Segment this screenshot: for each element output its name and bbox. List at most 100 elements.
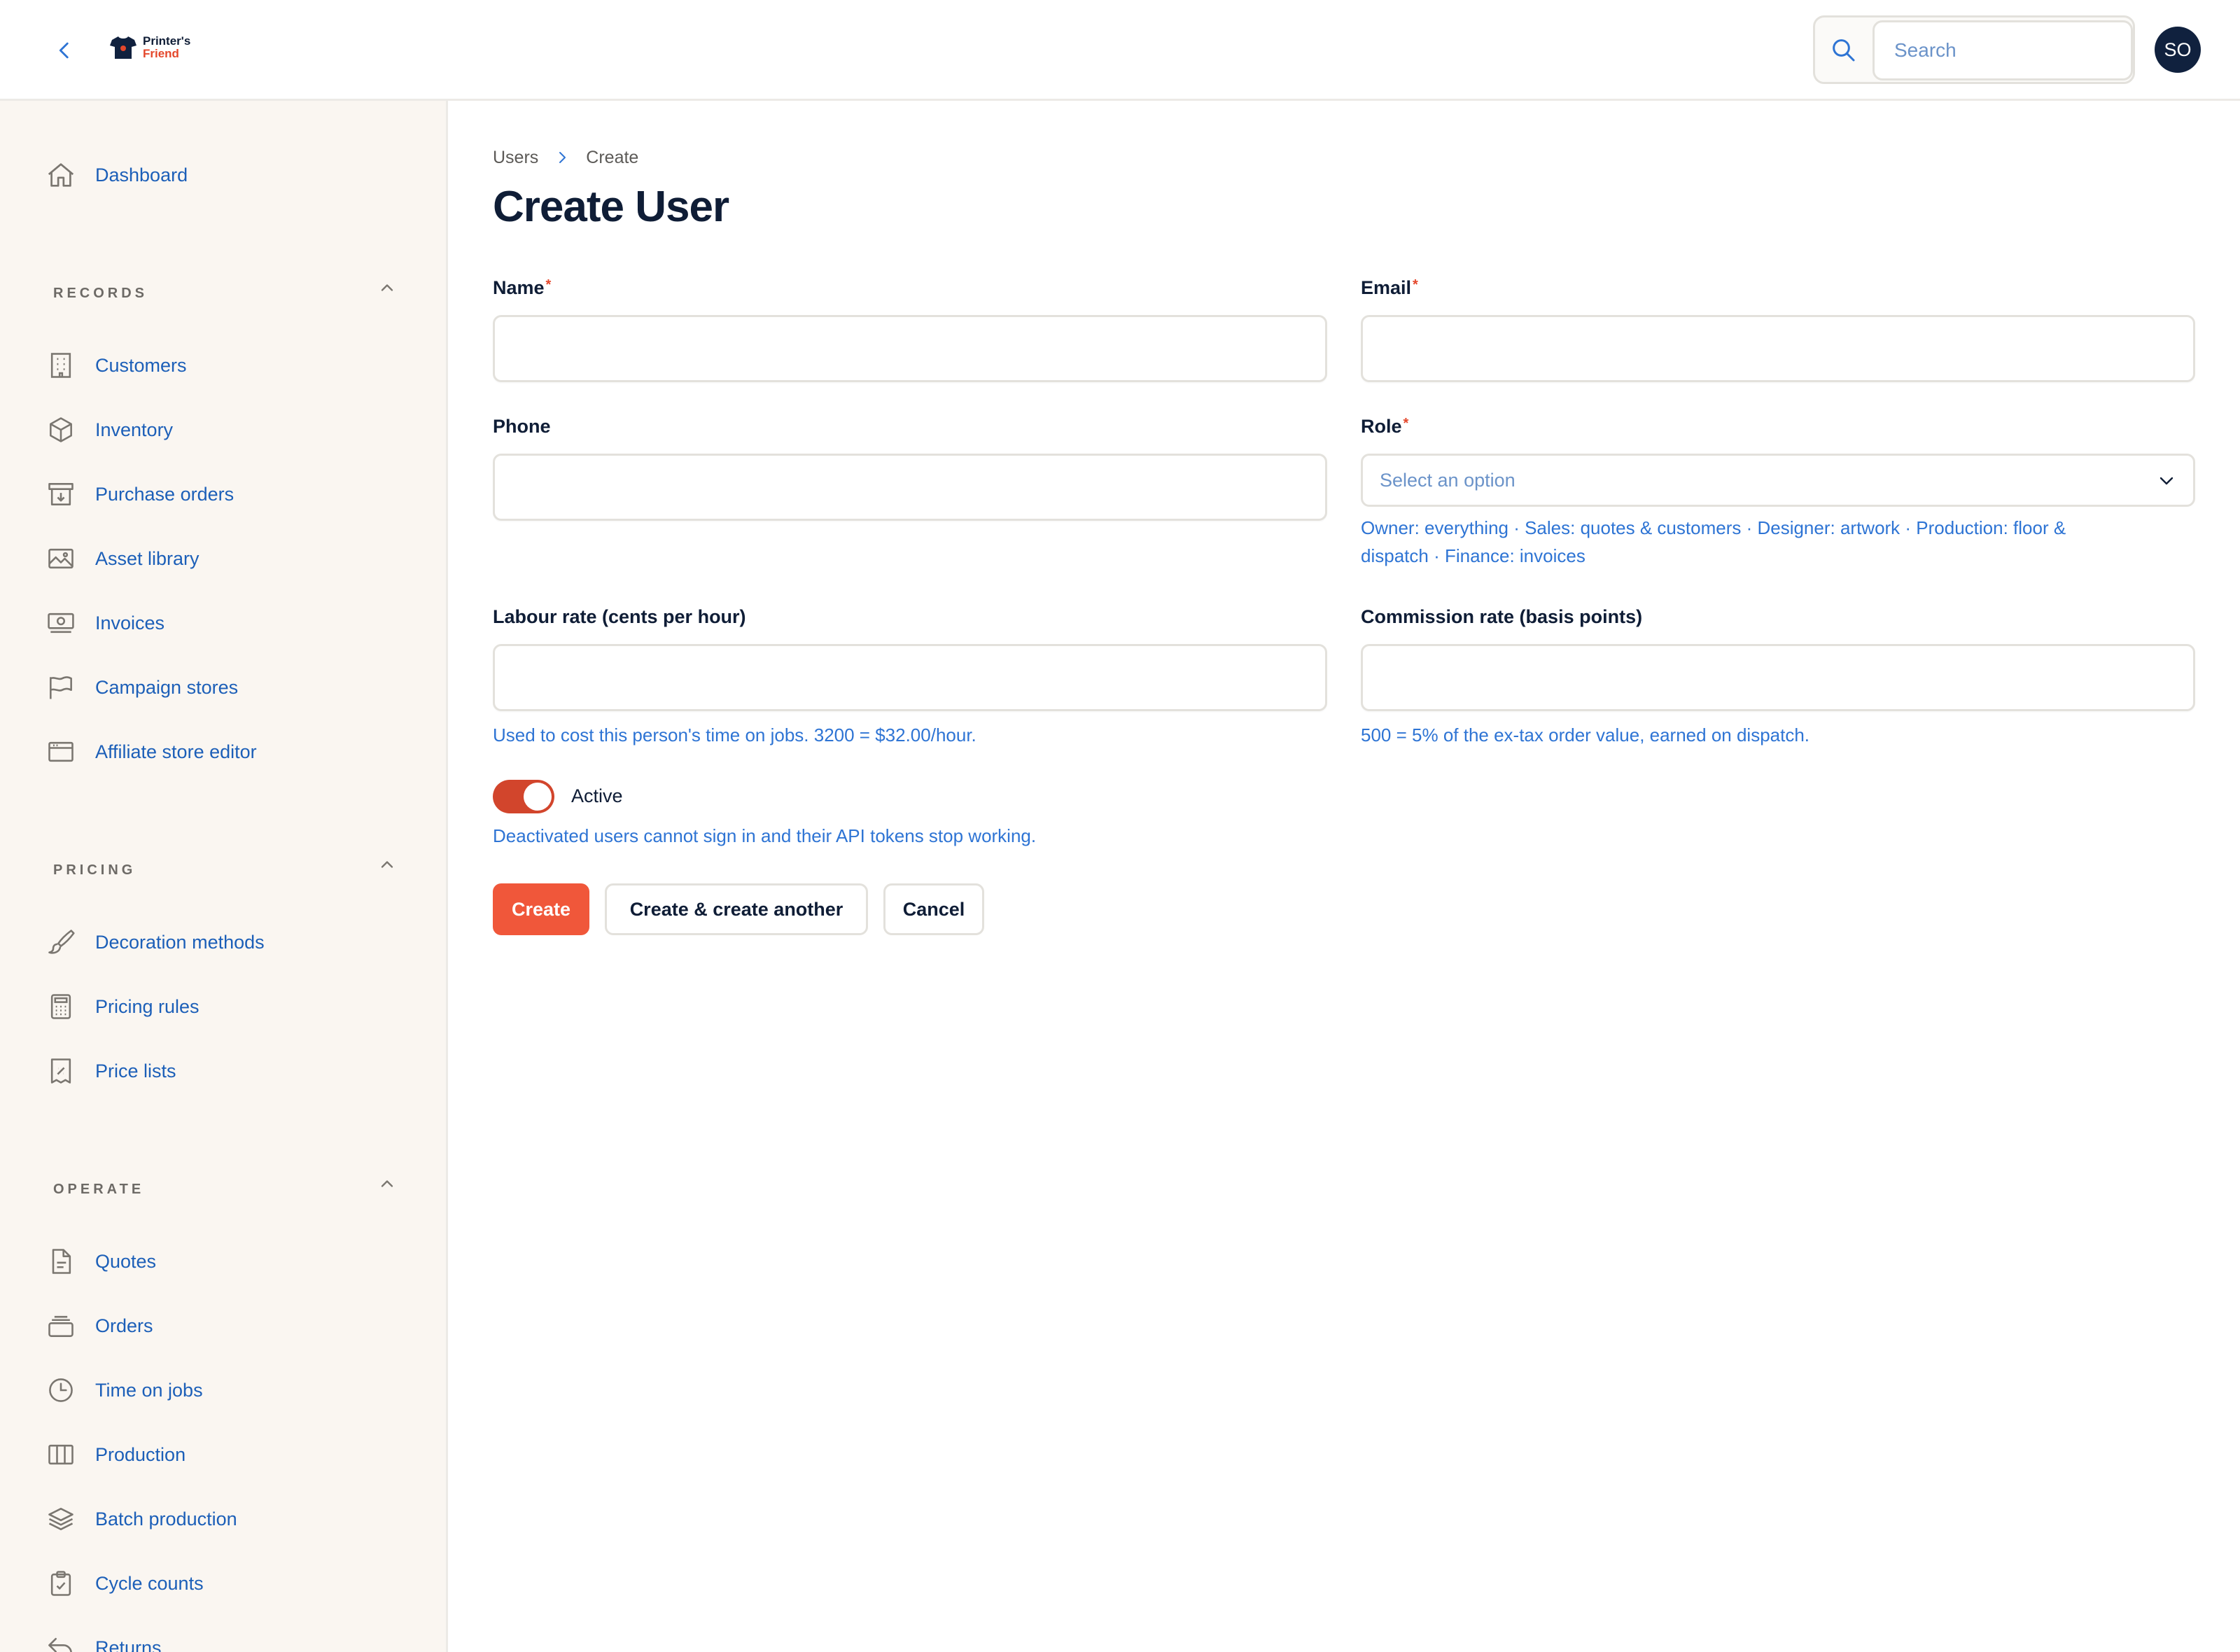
- layers-icon: [43, 1502, 78, 1536]
- receipt-percent-icon: [43, 1054, 78, 1088]
- sidebar-group-pricing-title: PRICING: [53, 862, 136, 878]
- active-hint: Deactivated users cannot sign in and the…: [493, 825, 1037, 846]
- chevron-up-icon: [381, 861, 393, 868]
- sidebar-item-affiliate-store-editor[interactable]: Affiliate store editor: [43, 731, 257, 773]
- paint-brush-icon: [43, 925, 78, 960]
- labour-rate-hint: Used to cost this person's time on jobs.…: [493, 724, 976, 746]
- clock-icon: [43, 1373, 78, 1408]
- role-select[interactable]: Select an option: [1361, 454, 2195, 507]
- sidebar-item-label: Price lists: [95, 1060, 176, 1082]
- search-icon-button[interactable]: [1829, 36, 1860, 66]
- chevron-left-icon: [59, 42, 69, 59]
- sidebar-group-operate-toggle[interactable]: [375, 1172, 399, 1196]
- sidebar-group-records-toggle[interactable]: [375, 276, 399, 300]
- back-button[interactable]: [49, 35, 80, 66]
- sidebar-item-price-lists[interactable]: Price lists: [43, 1050, 176, 1092]
- breadcrumb: Users Create: [493, 147, 638, 168]
- required-asterisk: *: [1413, 277, 1418, 293]
- commission-rate-label: Commission rate (basis points): [1361, 606, 1643, 627]
- t-shirt-icon: [110, 36, 136, 59]
- sidebar: Dashboard RECORDS Customers Inventory Pu…: [0, 101, 448, 1652]
- sidebar-item-orders[interactable]: Orders: [43, 1305, 153, 1347]
- name-label: Name *: [493, 277, 552, 298]
- sidebar-item-inventory[interactable]: Inventory: [43, 409, 173, 451]
- phone-input[interactable]: [493, 454, 1327, 521]
- sidebar-item-production[interactable]: Production: [43, 1434, 186, 1476]
- role-select-value: Select an option: [1380, 469, 1516, 491]
- commission-rate-hint: 500 = 5% of the ex-tax order value, earn…: [1361, 724, 1810, 746]
- cancel-button[interactable]: Cancel: [883, 883, 984, 935]
- toggle-knob: [524, 783, 552, 811]
- sidebar-item-label: Production: [95, 1443, 186, 1465]
- sidebar-item-quotes[interactable]: Quotes: [43, 1240, 156, 1282]
- chevron-down-icon: [2160, 477, 2174, 485]
- sidebar-item-cycle-counts[interactable]: Cycle counts: [43, 1562, 204, 1604]
- sidebar-item-label: Quotes: [95, 1250, 157, 1272]
- sidebar-item-invoices[interactable]: Invoices: [43, 602, 164, 644]
- sidebar-item-dashboard[interactable]: Dashboard: [43, 154, 188, 196]
- email-label: Email *: [1361, 277, 1418, 298]
- required-asterisk: *: [545, 277, 552, 293]
- arrow-uturn-left-icon: [43, 1630, 78, 1652]
- brand-logo[interactable]: Printer's Friend: [109, 35, 190, 60]
- sidebar-item-label: Cycle counts: [95, 1572, 204, 1594]
- commission-rate-input[interactable]: [1361, 644, 2195, 711]
- labour-rate-label: Labour rate (cents per hour): [493, 606, 746, 627]
- sidebar-item-label: Orders: [95, 1315, 153, 1336]
- sidebar-item-returns[interactable]: Returns: [43, 1627, 162, 1652]
- chevron-right-icon: [548, 147, 576, 168]
- required-asterisk: *: [1403, 416, 1409, 431]
- phone-label: Phone: [493, 416, 551, 437]
- name-input[interactable]: [493, 315, 1327, 382]
- user-avatar[interactable]: SO: [2155, 27, 2201, 73]
- sidebar-item-label: Purchase orders: [95, 483, 234, 505]
- sidebar-item-label: Dashboard: [95, 164, 188, 186]
- sidebar-item-label: Returns: [95, 1637, 162, 1652]
- labour-rate-input[interactable]: [493, 644, 1327, 711]
- create-button[interactable]: Create: [493, 883, 589, 935]
- cube-icon: [43, 412, 78, 447]
- breadcrumb-current: Create: [586, 147, 639, 167]
- stack-icon: [43, 1308, 78, 1343]
- create-another-button[interactable]: Create & create another: [605, 883, 868, 935]
- banknotes-icon: [43, 606, 78, 640]
- sidebar-item-customers[interactable]: Customers: [43, 344, 187, 386]
- sidebar-item-asset-library[interactable]: Asset library: [43, 538, 200, 580]
- clipboard-check-icon: [43, 1566, 78, 1601]
- calculator-icon: [43, 989, 78, 1024]
- email-input[interactable]: [1361, 315, 2195, 382]
- sidebar-item-purchase-orders[interactable]: Purchase orders: [43, 473, 234, 515]
- chevron-up-icon: [381, 284, 393, 291]
- page-title: Create User: [493, 183, 729, 231]
- sidebar-item-label: Campaign stores: [95, 676, 239, 698]
- sidebar-item-label: Invoices: [95, 612, 165, 634]
- sidebar-group-records-title: RECORDS: [53, 286, 148, 301]
- sidebar-item-campaign-stores[interactable]: Campaign stores: [43, 666, 238, 708]
- flag-icon: [43, 670, 78, 705]
- sidebar-item-decoration-methods[interactable]: Decoration methods: [43, 921, 265, 963]
- breadcrumb-users-link[interactable]: Users: [493, 148, 538, 168]
- chevron-up-icon: [381, 1180, 393, 1187]
- active-toggle[interactable]: [493, 780, 554, 813]
- search-input[interactable]: [1872, 20, 2133, 80]
- sidebar-item-label: Inventory: [95, 419, 174, 440]
- browser-window-icon: [43, 734, 78, 769]
- sidebar-item-label: Decoration methods: [95, 931, 265, 953]
- sidebar-group-pricing-toggle[interactable]: [375, 853, 399, 876]
- sidebar-item-batch-production[interactable]: Batch production: [43, 1498, 237, 1540]
- brand-name-line2: Friend: [143, 47, 179, 60]
- active-label: Active: [571, 785, 623, 806]
- document-text-icon: [43, 1244, 78, 1279]
- archive-box-icon: [43, 477, 78, 512]
- sidebar-item-time-on-jobs[interactable]: Time on jobs: [43, 1369, 203, 1411]
- home-icon: [43, 158, 78, 192]
- sidebar-item-pricing-rules[interactable]: Pricing rules: [43, 986, 200, 1028]
- sidebar-item-label: Time on jobs: [95, 1379, 203, 1401]
- sidebar-item-label: Pricing rules: [95, 995, 200, 1017]
- sidebar-group-operate-title: OPERATE: [53, 1182, 145, 1197]
- sidebar-item-label: Affiliate store editor: [95, 741, 257, 762]
- sidebar-item-label: Asset library: [95, 547, 200, 569]
- search-icon: [1833, 39, 1855, 62]
- sidebar-item-label: Batch production: [95, 1508, 237, 1530]
- global-search: [1813, 15, 2135, 84]
